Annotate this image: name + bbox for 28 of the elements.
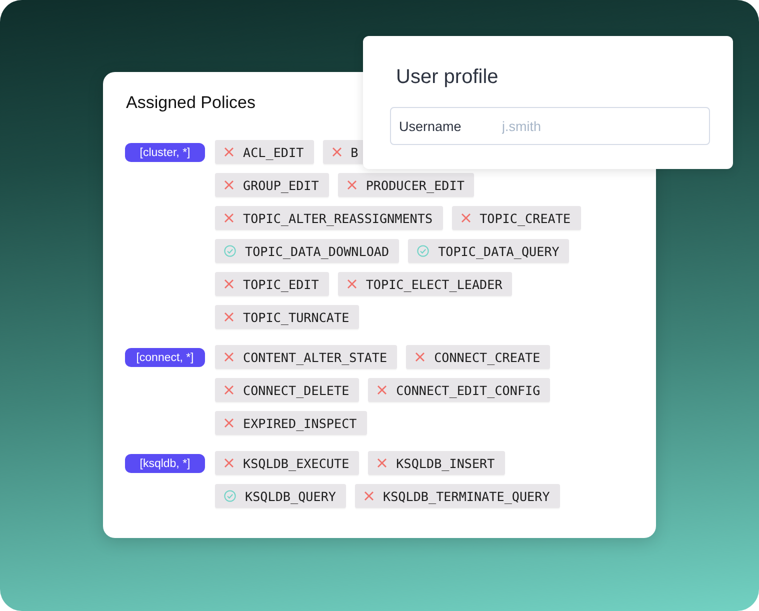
- policy-name: KSQLDB_QUERY: [245, 488, 336, 504]
- policy-name: KSQLDB_EXECUTE: [243, 456, 350, 470]
- policy-name: TOPIC_ELECT_LEADER: [366, 276, 502, 292]
- policy-name: B: [350, 144, 358, 160]
- policy-name: TOPIC_ALTER_REASSIGNMENTS: [243, 210, 433, 226]
- policy-name: KSQLDB_TERMINATE_QUERY: [383, 488, 550, 504]
- policy-name: CONNECT_EDIT_CONFIG: [396, 382, 540, 398]
- policy-name: KSQLDB_INSERT: [396, 456, 495, 470]
- field-label: Username: [399, 118, 462, 134]
- card-title: Assigned Polices: [126, 92, 256, 114]
- policy-name: CONTENT_ALTER_STATE: [243, 350, 388, 364]
- group-tag: [cluster, *]: [125, 143, 205, 162]
- username-input[interactable]: j.smith: [502, 118, 701, 134]
- policy-name: TOPIC_DATA_QUERY: [438, 244, 560, 258]
- group-tag: [connect, *]: [125, 348, 205, 367]
- policy-name: ACL_EDIT: [243, 144, 304, 160]
- policy-name: EXPIRED_INSPECT: [243, 416, 357, 430]
- policy-name: PRODUCER_EDIT: [366, 178, 464, 192]
- policy-name: TOPIC_DATA_DOWNLOAD: [245, 244, 390, 258]
- policy-name: TOPIC_TURNCATE: [243, 310, 350, 324]
- card-title: User profile: [396, 65, 500, 90]
- policy-name: TOPIC_EDIT: [243, 276, 319, 292]
- policy-name: CONNECT_DELETE: [243, 382, 350, 398]
- group-tag: [ksqldb, *]: [125, 454, 205, 473]
- policy-name: GROUP_EDIT: [243, 178, 319, 192]
- policy-name: CONNECT_CREATE: [434, 350, 540, 364]
- username-field[interactable]: Username j.smith: [390, 107, 710, 145]
- policy-name: TOPIC_CREATE: [480, 210, 571, 226]
